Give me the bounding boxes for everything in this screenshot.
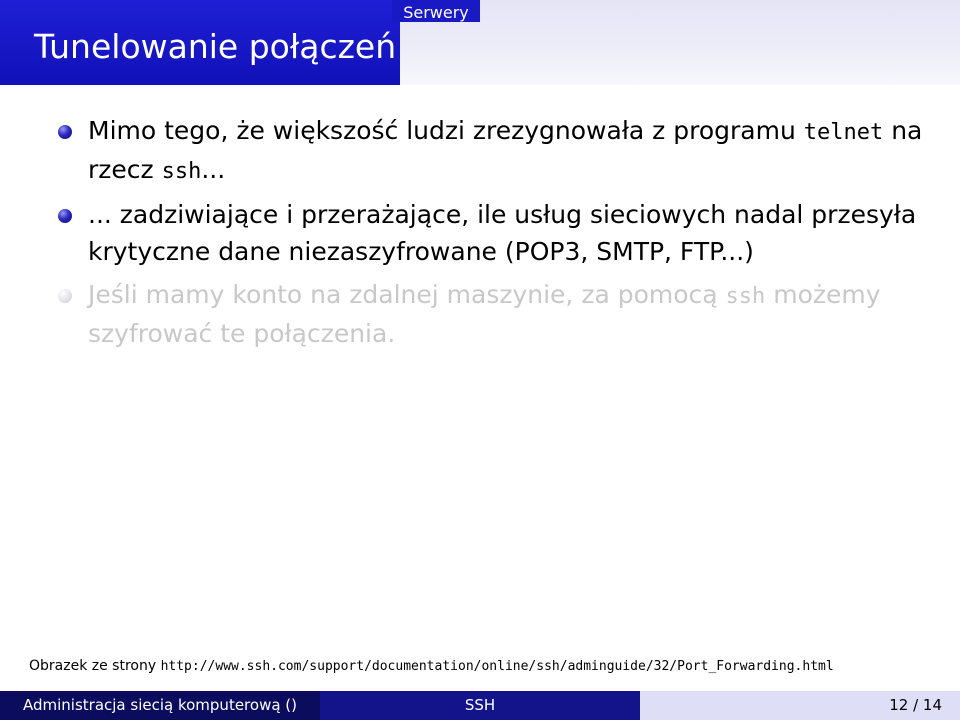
bullet-item-telnet: Mimo tego, że większość ludzi zrezygnowa…: [58, 112, 938, 190]
credit-url[interactable]: http://www.ssh.com/support/documentation…: [161, 659, 834, 674]
bullet-text: Mimo tego, że większość ludzi zrezygnowa…: [88, 116, 804, 145]
bullet-list: Mimo tego, że większość ludzi zrezygnowa…: [58, 112, 938, 358]
footer-short-title[interactable]: SSH: [320, 691, 640, 720]
bullet-ball-icon: [58, 209, 72, 223]
bullet-text: Jeśli mamy konto na zdalnej maszynie, za…: [88, 280, 726, 309]
credit-label: Obrazek ze strony: [29, 658, 161, 674]
slide-header: Serwery Tunelowanie połączeń: [0, 0, 960, 85]
code-ssh: ssh: [725, 284, 766, 309]
code-ssh: ssh: [161, 159, 202, 184]
footer-page-number: 12 / 14: [640, 691, 960, 720]
bullet-ball-icon: [58, 289, 72, 303]
bullet-text: ...: [201, 155, 226, 184]
bullet-ball-icon: [58, 125, 72, 139]
code-telnet: telnet: [803, 120, 884, 145]
bullet-item-unencrypted-services: ... zadziwiające i przerażające, ile usł…: [58, 196, 938, 270]
bullet-text: ... zadziwiające i przerażające, ile usł…: [88, 200, 917, 266]
image-credit: Obrazek ze strony http://www.ssh.com/sup…: [29, 656, 960, 677]
frame-title: Tunelowanie połączeń: [34, 27, 397, 66]
bullet-item-ssh-encryption: Jeśli mamy konto na zdalnej maszynie, za…: [58, 276, 938, 352]
header-navigation-bar: [400, 0, 960, 85]
section-tab-serwery[interactable]: Serwery: [392, 0, 480, 22]
slide-footer: Administracja siecią komputerową () SSH …: [0, 691, 960, 720]
footer-author[interactable]: Administracja siecią komputerową (): [0, 691, 320, 720]
